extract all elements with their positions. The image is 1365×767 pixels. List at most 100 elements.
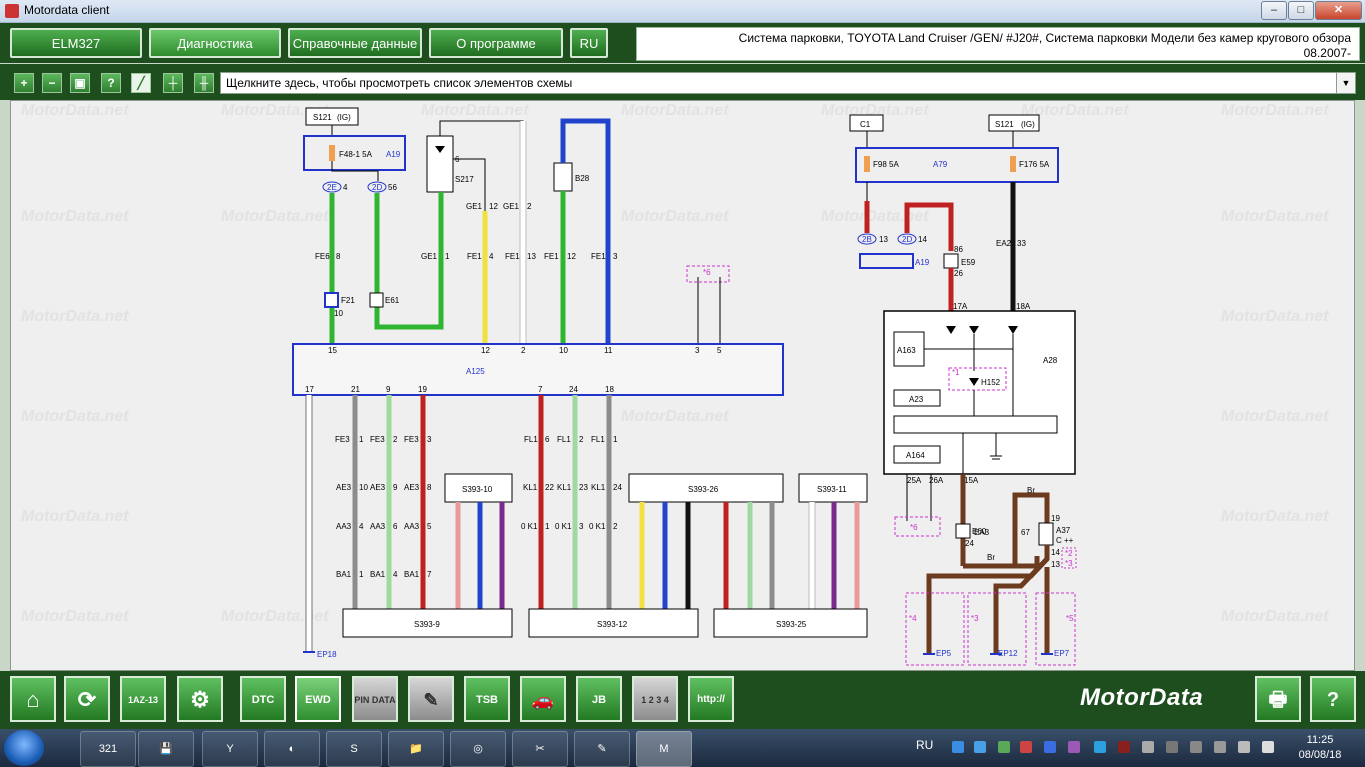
taskbar-app-skype[interactable]: S — [326, 731, 382, 767]
fe3-label: FE3 — [370, 435, 385, 444]
connector-2e-pin: 4 — [343, 183, 348, 192]
tray-app-icon[interactable] — [998, 741, 1010, 753]
b28-label: B28 — [575, 174, 590, 183]
menu-diagnostics[interactable]: Диагностика — [149, 28, 281, 58]
element-list-select-text: Щелкните здесь, чтобы просмотреть список… — [226, 76, 573, 90]
zoom-in-icon[interactable]: + — [14, 73, 34, 93]
chevron-down-icon[interactable]: ▼ — [1336, 73, 1355, 93]
bluetooth-icon[interactable] — [1044, 741, 1056, 753]
s393-26-label: S393-26 — [688, 485, 719, 494]
tray-antivirus-icon[interactable] — [1020, 741, 1032, 753]
taskbar-app-snipping[interactable]: ✂ — [512, 731, 568, 767]
element-list-select[interactable]: Щелкните здесь, чтобы просмотреть список… — [220, 72, 1356, 94]
svg-text:2: 2 — [579, 435, 584, 444]
pin-data-icon[interactable]: PIN DATA — [352, 676, 398, 722]
ewd-icon[interactable]: EWD — [295, 676, 341, 722]
ge1-c-label: GE1 — [421, 252, 438, 261]
menu-elm327[interactable]: ELM327 — [10, 28, 142, 58]
highlight-wire-icon[interactable]: ╱ — [131, 73, 151, 93]
tray-app5-icon[interactable] — [1190, 741, 1202, 753]
pin-15a: 15A — [964, 476, 979, 485]
ge1-a-pin: 12 — [489, 202, 498, 211]
ea2-label: EA2 — [996, 239, 1012, 248]
fit-view-icon[interactable]: ▣ — [70, 73, 90, 93]
watermark: MotorData.net — [621, 208, 729, 225]
svg-text:23: 23 — [579, 483, 588, 492]
help-book-icon[interactable]: ? — [1310, 676, 1356, 722]
relay-icon[interactable]: 1 2 3 4 — [632, 676, 678, 722]
menu-language[interactable]: RU — [570, 28, 608, 58]
grid-icon[interactable]: ┼ — [163, 73, 183, 93]
pin-25a: 25A — [907, 476, 922, 485]
volume-icon[interactable] — [1262, 741, 1274, 753]
maximize-button[interactable]: □ — [1288, 1, 1314, 20]
f21-label: F21 — [341, 296, 355, 305]
a125-pin: 9 — [386, 385, 391, 394]
svg-text:6: 6 — [393, 522, 398, 531]
b28-box — [553, 162, 573, 192]
watermark: MotorData.net — [221, 608, 329, 625]
http-icon[interactable]: http:// — [688, 676, 734, 722]
ge1-b-pin: 2 — [527, 202, 532, 211]
wiring-diagram[interactable]: MotorData.net MotorData.net MotorData.ne… — [10, 100, 1355, 671]
taskbar-app-browser[interactable]: ◐ — [264, 731, 320, 767]
start-button[interactable] — [4, 730, 44, 766]
system-clock[interactable]: 11:25 08/08/18 — [1290, 733, 1350, 763]
connector-icon[interactable]: ╫ — [194, 73, 214, 93]
tray-app2-icon[interactable] — [1118, 741, 1130, 753]
fe3-label: FE3 — [335, 435, 350, 444]
ea2-pin: 33 — [1017, 239, 1026, 248]
svg-text:6: 6 — [545, 435, 550, 444]
tray-screenshot-icon[interactable] — [1094, 741, 1106, 753]
taskbar-app-motordata[interactable]: M — [636, 731, 692, 767]
aa3-label: AA3 — [370, 522, 386, 531]
s393-10-label: S393-10 — [462, 485, 493, 494]
minimize-button[interactable]: – — [1261, 1, 1287, 20]
menu-about[interactable]: О программе — [429, 28, 563, 58]
e60-pin: 24 — [965, 539, 974, 548]
tray-app3-icon[interactable] — [1142, 741, 1154, 753]
tray-pen-icon[interactable] — [1068, 741, 1080, 753]
svg-text:10: 10 — [359, 483, 368, 492]
ea3-pin: 67 — [1021, 528, 1030, 537]
tsb-icon[interactable]: TSB — [464, 676, 510, 722]
zoom-out-icon[interactable]: − — [42, 73, 62, 93]
menu-reference-data[interactable]: Справочные данные — [288, 28, 422, 58]
watermark: MotorData.net — [1221, 208, 1329, 225]
svg-text:3: 3 — [427, 435, 432, 444]
aa3-label: AA3 — [336, 522, 352, 531]
language-indicator[interactable]: RU — [916, 738, 933, 752]
tray-skype-icon[interactable] — [974, 741, 986, 753]
taskbar-app-notes[interactable]: ✎ — [574, 731, 630, 767]
tray-flag-icon[interactable] — [1238, 741, 1250, 753]
taskbar-app-explorer[interactable]: 📁 — [388, 731, 444, 767]
taskbar-app-yandex[interactable]: Y — [202, 731, 258, 767]
engine-code-icon[interactable]: 1AZ-13 — [120, 676, 166, 722]
ep7-label: EP7 — [1054, 649, 1070, 658]
close-button[interactable]: ✕ — [1315, 1, 1362, 20]
svg-text:9: 9 — [393, 483, 398, 492]
br-label: Br — [987, 553, 995, 562]
help-icon[interactable]: ? — [101, 73, 121, 93]
vehicle-icon[interactable]: 🚗 — [520, 676, 566, 722]
taskbar-app-media[interactable]: ◎ — [450, 731, 506, 767]
option-3-label: *3 — [1065, 559, 1073, 568]
gear-icon[interactable]: ⚙ — [177, 676, 223, 722]
taskbar-app-save[interactable]: 💾 — [138, 731, 194, 767]
fuse-f48 — [329, 145, 335, 161]
tray-app4-icon[interactable] — [1166, 741, 1178, 753]
jb-icon[interactable]: JB — [576, 676, 622, 722]
watermark: MotorData.net — [221, 208, 329, 225]
tester-icon[interactable]: ✎ — [408, 676, 454, 722]
taskbar-app-mediaplayer[interactable]: 321 — [80, 731, 136, 767]
tray-network-icon[interactable] — [952, 741, 964, 753]
home-icon[interactable]: ⌂ — [10, 676, 56, 722]
print-icon[interactable]: 🖶 — [1255, 676, 1301, 722]
refresh-icon[interactable]: ⟳ — [64, 676, 110, 722]
a125-pin: 3 — [695, 346, 700, 355]
dtc-icon[interactable]: DTC — [240, 676, 286, 722]
h152-label: H152 — [981, 378, 1001, 387]
watermark: MotorData.net — [821, 208, 929, 225]
tray-app6-icon[interactable] — [1214, 741, 1226, 753]
a125-pin: 15 — [328, 346, 337, 355]
